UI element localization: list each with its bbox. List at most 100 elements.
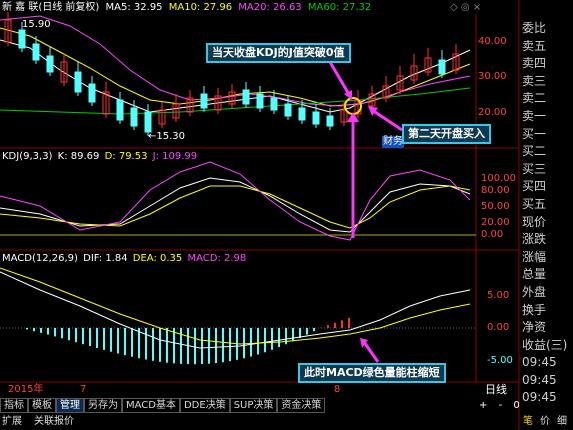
side-item-net-assets: 净资 — [522, 320, 547, 335]
candle-body — [46, 55, 54, 73]
candle-body — [284, 103, 292, 117]
kdj-d-value: D: 79.53 — [104, 151, 148, 162]
candle-body — [298, 107, 306, 121]
candle-body — [438, 59, 446, 75]
side-item-time-3: 09:45 — [522, 390, 557, 405]
candle-body — [270, 97, 278, 111]
tab-detail[interactable]: 细 — [557, 414, 567, 430]
year-label: 2015年 — [8, 384, 44, 395]
side-item-bid5: 买五 — [522, 196, 547, 211]
tab-fund[interactable]: 资金决策 — [277, 398, 326, 413]
kdj-j-line — [0, 161, 471, 241]
kdj-header: KDJ(9,3,3) K: 89.69 D: 79.53 J: 109.99 — [2, 151, 197, 163]
kdj-title: KDJ(9,3,3) — [2, 151, 53, 162]
tab-macd-basic[interactable]: MACD基本 — [122, 398, 180, 413]
ma10-label: MA10: 27.96 — [168, 2, 233, 13]
macd-header: MACD(12,26,9) DIF: 1.84 DEA: 0.35 MACD: … — [2, 253, 246, 265]
kdj-tick-0: 0.00 — [481, 229, 504, 240]
zoom-in-button[interactable]: + — [479, 400, 487, 411]
kdj-k-value: K: 89.69 — [57, 151, 100, 162]
side-item-bid2: 买二 — [522, 144, 547, 159]
candle-body — [144, 111, 152, 133]
candle-body — [130, 107, 138, 127]
candle-body — [256, 93, 264, 109]
zoom-reset-button[interactable]: 0 — [513, 400, 519, 411]
candle-body — [242, 89, 250, 105]
kdj-tick-100: 100.00 — [481, 173, 516, 184]
price-tick-20: 20.00 — [478, 107, 507, 118]
side-item-ask3: 卖三 — [522, 73, 547, 88]
zoom-controls: + - 0 — [479, 400, 520, 412]
zoom-out-button[interactable]: - — [499, 400, 503, 411]
candle-body — [326, 115, 334, 127]
side-item-bid1: 买一 — [522, 126, 547, 141]
candle-body — [18, 29, 26, 49]
extension-link[interactable]: 扩展 — [2, 414, 22, 430]
tab-dde[interactable]: DDE决策 — [179, 398, 230, 413]
candle-body — [74, 71, 82, 93]
kdj-d-line — [0, 185, 471, 229]
tab-indicator[interactable]: 指标 — [0, 398, 28, 413]
stock-name: 新 嘉 联(日线 前复权) — [2, 2, 100, 13]
macd-dea-value: DEA: 0.35 — [132, 253, 183, 264]
macd-title: MACD(12,26,9) — [2, 253, 78, 264]
side-item-volume: 总量 — [522, 267, 547, 282]
candle-body — [32, 43, 40, 61]
side-item-change: 涨跌 — [522, 232, 547, 247]
side-item-time-2: 09:45 — [522, 372, 557, 387]
callout-arrow-macd — [362, 341, 380, 363]
macd-tick-0: 0.00 — [487, 322, 510, 333]
month-label-7: 7 — [80, 384, 87, 395]
ma20-label: MA20: 26.63 — [238, 2, 302, 13]
side-item-bid3: 买三 — [522, 161, 547, 176]
macd-bar-value: MACD: 2.98 — [187, 253, 247, 264]
buy-next-day-callout: 第二天开盘买入 — [402, 124, 491, 144]
candle-body — [88, 83, 96, 103]
callout-arrow-top — [328, 61, 352, 97]
macd-shrink-callout: 此时MACD绿色量能柱缩短 — [298, 363, 446, 383]
ma60-label: MA60: 27.32 — [307, 2, 372, 13]
chart-header: 新 嘉 联(日线 前复权) MA5: 32.95 MA10: 27.96 MA2… — [2, 2, 371, 14]
tab-save-as[interactable]: 另存为 — [84, 398, 122, 413]
quote-side-panel: 委比 卖五 卖四 卖三 卖二 卖一 买一 买二 买三 买四 买五 现价 涨跌 涨… — [520, 20, 573, 407]
side-item-time-1: 09:45 — [522, 355, 557, 370]
side-item-earnings: 收益(三) — [522, 337, 568, 352]
macd-dif-value: DIF: 1.84 — [83, 253, 128, 264]
side-item-ask2: 卖二 — [522, 91, 547, 106]
price-tick-40: 40.00 — [478, 36, 507, 47]
tab-manage[interactable]: 管理 — [56, 398, 84, 413]
macd-dif-line — [0, 271, 471, 349]
related-quotes-link[interactable]: 关联报价 — [34, 414, 74, 430]
macd-tick-neg5: -5.00 — [487, 355, 513, 366]
tab-template[interactable]: 模板 — [28, 398, 56, 413]
side-item-turnover: 换手 — [522, 302, 547, 317]
side-item-change-pct: 涨幅 — [522, 249, 547, 264]
macd-tick-5: 5.00 — [487, 290, 510, 301]
side-item-ask4: 卖四 — [522, 56, 547, 71]
side-item-ask5: 卖五 — [522, 38, 547, 53]
candle-body — [116, 99, 124, 121]
indicator-toolbar: 指标 模板 管理 另存为 MACD基本 DDE决策 SUP决策 资金决策 — [0, 398, 326, 413]
side-item-bid4: 买四 — [522, 179, 547, 194]
macd-dea-line — [0, 267, 471, 345]
ma5-label: MA5: 32.95 — [105, 2, 163, 13]
period-label[interactable]: 日线 — [485, 384, 507, 396]
kdj-tick-50: 50.00 — [481, 201, 510, 212]
side-item-ask1: 卖一 — [522, 108, 547, 123]
kdj-tick-80: 80.00 — [481, 185, 510, 196]
side-item-outer-volume: 外盘 — [522, 284, 547, 299]
tab-price[interactable]: 价 — [540, 414, 550, 430]
high-price-marker: 15.90 — [22, 19, 51, 30]
callout-arrow-buy — [371, 108, 403, 132]
kdj-tick-20: 20.00 — [481, 217, 510, 228]
kdj-j-cross-callout: 当天收盘KDJ的J值突破0值 — [206, 43, 351, 63]
side-item-last-price: 现价 — [522, 214, 547, 229]
finance-event-badge[interactable]: 财务 — [382, 136, 404, 148]
month-label-8: 8 — [334, 384, 341, 395]
kdj-j-value: J: 109.99 — [152, 151, 198, 162]
tab-trades[interactable]: 笔 — [523, 414, 533, 430]
price-tick-30: 30.00 — [478, 71, 507, 82]
tab-sup[interactable]: SUP决策 — [229, 398, 278, 413]
candle-body — [200, 93, 208, 109]
window-controls[interactable]: ◇ ◎ × — [450, 2, 481, 14]
